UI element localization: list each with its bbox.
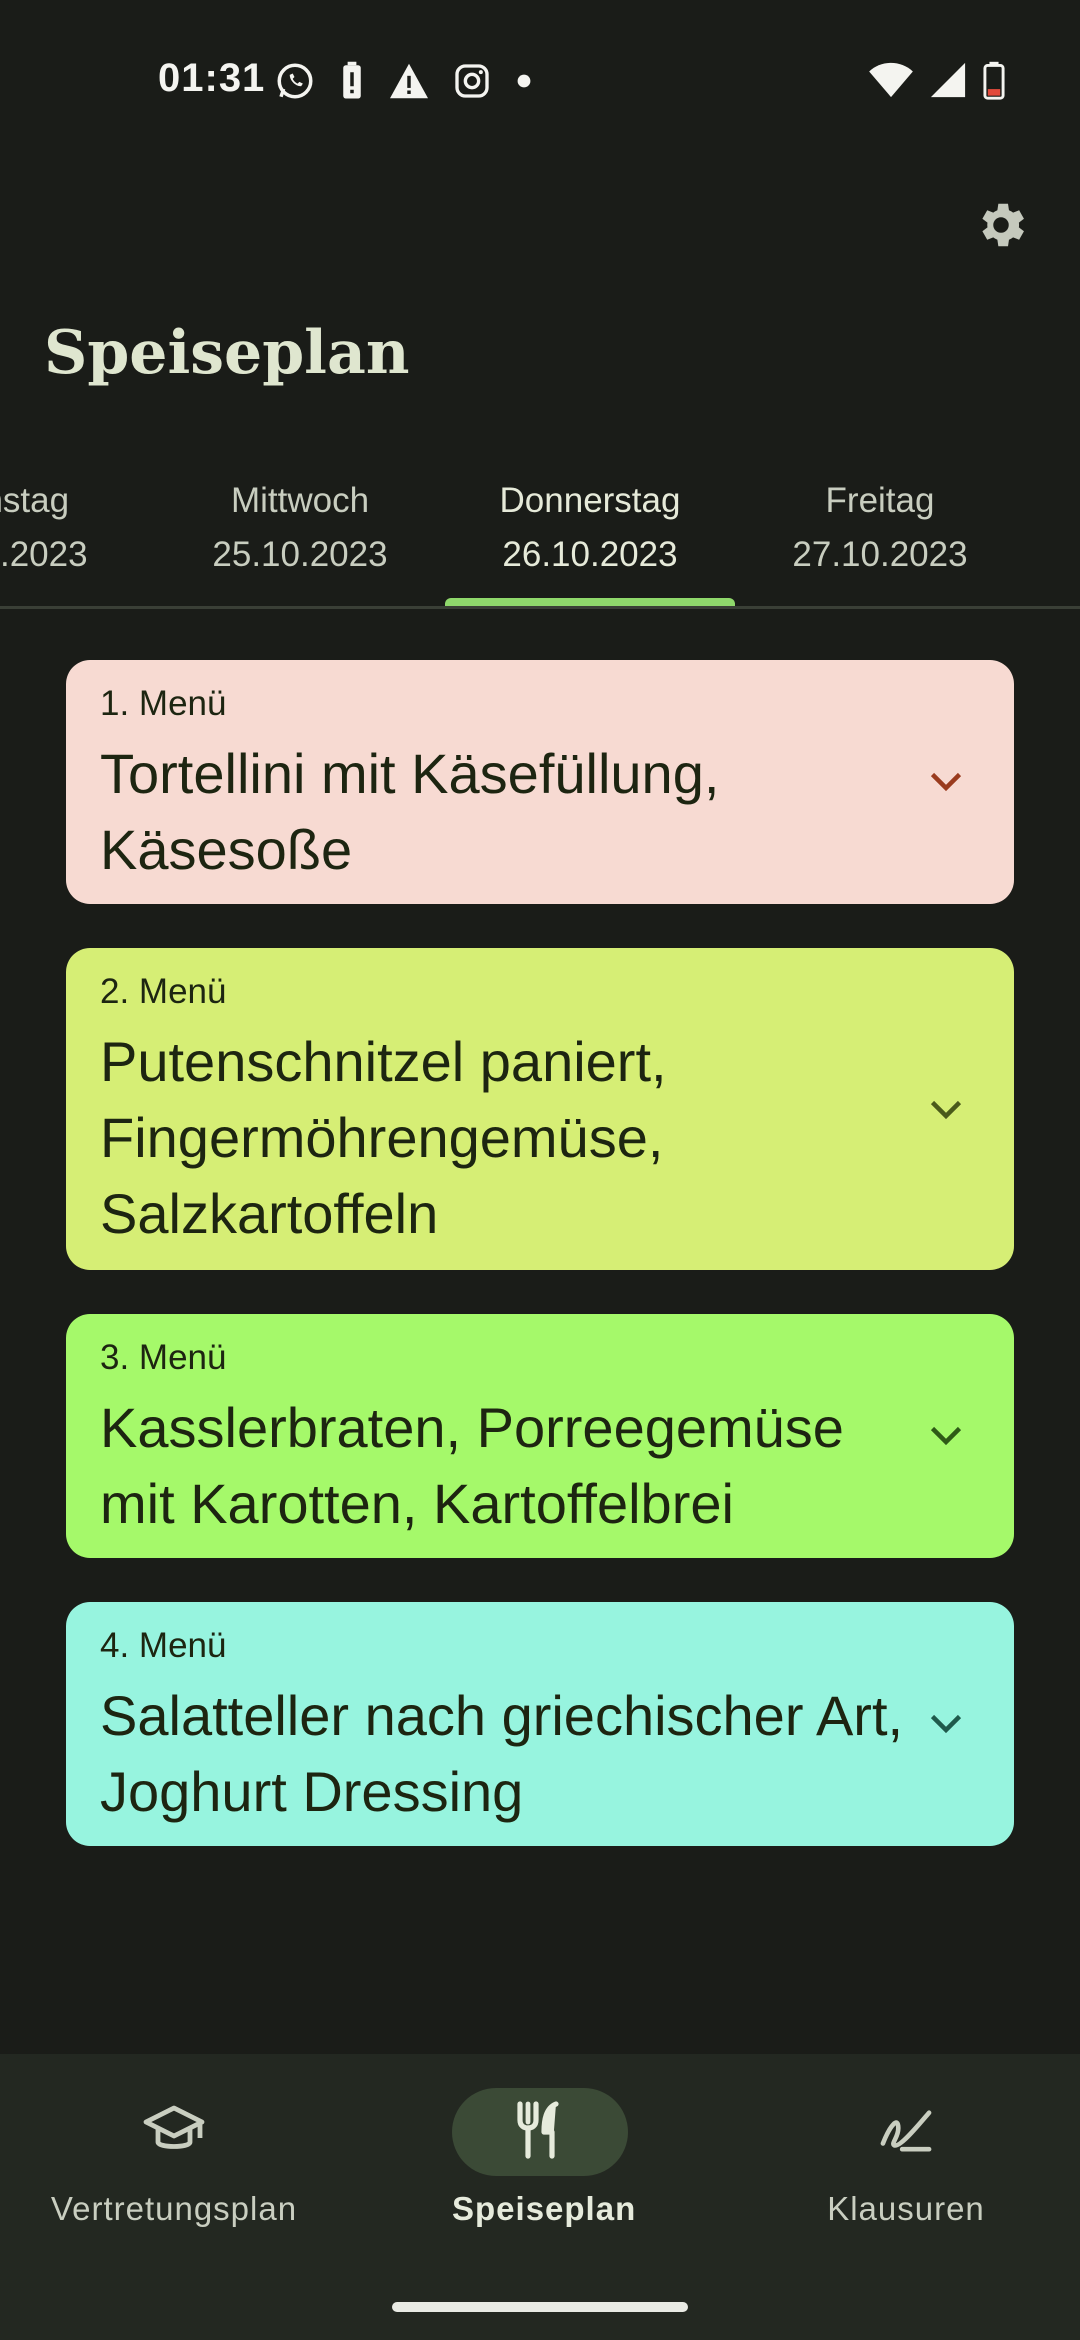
nav-label: Vertretungsplan <box>50 2190 298 2227</box>
tab-day-label: Freitag <box>825 481 935 520</box>
menu-card-3[interactable]: 3. Menü Kasslerbraten, Porreegemüse mit … <box>66 1314 1014 1558</box>
menu-dish: Tortellini mit Käsefüllung, Käsesoße <box>100 742 720 881</box>
settings-button[interactable] <box>966 192 1036 262</box>
nav-pill-active <box>452 2088 628 2176</box>
chevron-down-icon[interactable] <box>924 1088 968 1132</box>
menu-card-2[interactable]: 2. Menü Putenschnitzel paniert, Fingermö… <box>66 948 1014 1270</box>
tab-date-label: 26.10.2023 <box>502 535 678 574</box>
app-screen: 01:31 Speiseplan stag .2023 Mittwoch 25.… <box>0 0 1080 2340</box>
tab-day-label: Mittwoch <box>230 481 370 520</box>
gear-icon <box>972 196 1030 259</box>
nav-label: Klausuren <box>827 2190 985 2227</box>
fork-knife-icon <box>516 2100 564 2165</box>
tab-date-label: 27.10.2023 <box>792 535 968 574</box>
menu-label: 3. Menü <box>100 1338 227 1377</box>
bottom-navigation: Vertretungsplan Speiseplan Klausuren <box>0 2054 1080 2340</box>
tab-day-label: Dienstag <box>0 481 70 520</box>
nav-pill <box>818 2088 994 2176</box>
menu-label: 4. Menü <box>100 1626 227 1665</box>
tab-wednesday[interactable]: Mittwoch 25.10.2023 <box>180 474 420 582</box>
signature-icon <box>875 2105 937 2160</box>
menu-label: 2. Menü <box>100 972 227 1011</box>
warning-icon <box>388 62 430 100</box>
notification-icons <box>274 60 534 102</box>
tab-thursday[interactable]: Donnerstag 26.10.2023 <box>445 474 735 582</box>
menu-label: 1. Menü <box>100 684 227 723</box>
day-tabs: Dienstag 24.10.2023 Mittwoch 25.10.2023 … <box>0 460 1080 609</box>
nav-item-vertretungsplan[interactable]: Vertretungsplan <box>44 2088 304 2228</box>
tab-date-label: 24.10.2023 <box>0 535 88 574</box>
status-time: 01:31 <box>158 56 266 100</box>
dot-icon <box>514 71 534 91</box>
nav-pill <box>86 2088 262 2176</box>
page-title: Speiseplan <box>44 318 410 388</box>
instagram-icon <box>452 61 492 101</box>
chevron-down-icon[interactable] <box>924 1414 968 1458</box>
menu-card-4[interactable]: 4. Menü Salatteller nach griechischer Ar… <box>66 1602 1014 1846</box>
battery-low-icon <box>982 60 1006 100</box>
tab-tuesday[interactable]: Dienstag 24.10.2023 <box>0 474 120 582</box>
nav-label: Speiseplan <box>452 2190 637 2227</box>
wifi-icon <box>868 61 914 99</box>
graduation-cap-icon <box>142 2102 206 2163</box>
menu-dish: Salatteller nach griechischer Art, Joghu… <box>100 1684 904 1823</box>
system-icons <box>868 60 1006 100</box>
tab-date-label: 25.10.2023 <box>212 535 388 574</box>
menu-card-1[interactable]: 1. Menü Tortellini mit Käsefüllung, Käse… <box>66 660 1014 904</box>
menu-dish: Kasslerbraten, Porreegemüse mit Karotten… <box>100 1396 844 1535</box>
tab-friday[interactable]: Freitag 27.10.2023 <box>760 474 1000 582</box>
chevron-down-icon[interactable] <box>924 760 968 804</box>
whatsapp-icon <box>274 60 316 102</box>
nav-item-speiseplan[interactable]: Speiseplan <box>452 2088 637 2228</box>
menu-dish: Putenschnitzel paniert, Fingermöhrengemü… <box>100 1030 667 1245</box>
home-indicator[interactable] <box>392 2302 688 2312</box>
tab-day-label: Donnerstag <box>499 481 681 520</box>
signal-icon <box>928 61 968 99</box>
nav-item-klausuren[interactable]: Klausuren <box>794 2088 1018 2228</box>
status-bar: 01:31 <box>0 0 1080 150</box>
active-tab-indicator <box>445 598 735 606</box>
chevron-down-icon[interactable] <box>924 1702 968 1746</box>
battery-alert-icon <box>338 60 366 102</box>
